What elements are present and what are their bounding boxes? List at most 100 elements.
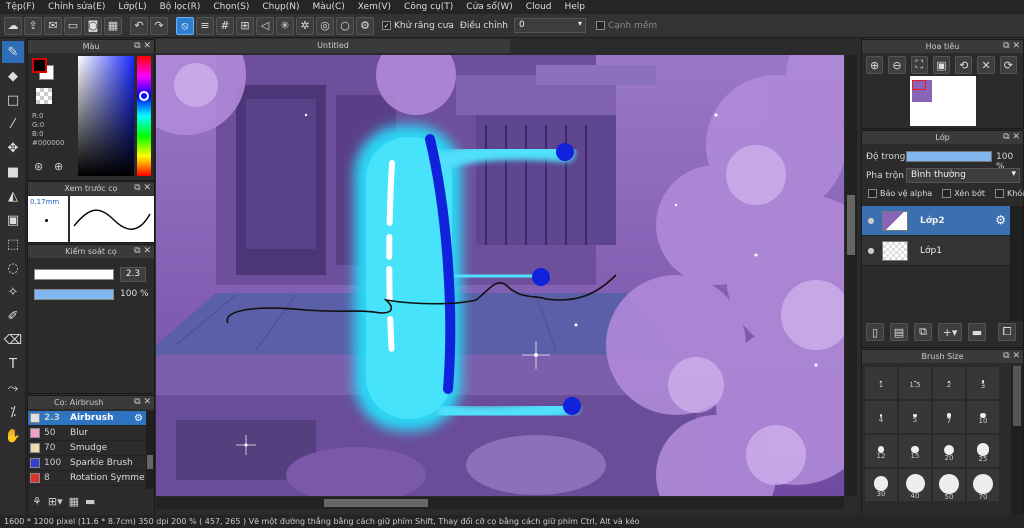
- brush-size-cell[interactable]: 1: [864, 366, 898, 400]
- layer-opacity-slider[interactable]: [906, 151, 992, 162]
- new-layer-icon[interactable]: ▯: [866, 323, 884, 341]
- opacity-slider[interactable]: [34, 289, 114, 300]
- divide-tool-icon[interactable]: ⤳: [2, 377, 24, 399]
- adjust-select[interactable]: 0 ▾: [513, 18, 586, 33]
- fit-window-icon[interactable]: ⛶: [910, 56, 928, 74]
- palette-add-icon[interactable]: ⊕: [54, 160, 63, 173]
- select-eraser-icon[interactable]: ⌫: [2, 329, 24, 351]
- brush-size-scrollbar[interactable]: [1011, 366, 1023, 526]
- brush-item[interactable]: 8 Rotation Symme: [28, 471, 146, 486]
- size-value[interactable]: 2.3: [120, 267, 146, 282]
- grid-snap-icon[interactable]: #: [216, 16, 234, 35]
- cross-snap-icon[interactable]: ⊞: [236, 16, 254, 35]
- lock-checkbox[interactable]: [994, 189, 1004, 198]
- bucket-tool-icon[interactable]: ◭: [2, 185, 24, 207]
- brush-size-cell[interactable]: 70: [966, 468, 1000, 502]
- gradient-tool-icon[interactable]: ▣: [2, 209, 24, 231]
- cloud-icon[interactable]: ☁: [4, 16, 22, 35]
- visibility-icon[interactable]: ●: [866, 246, 876, 255]
- vertical-scrollbar[interactable]: [845, 55, 857, 496]
- reset-view-icon[interactable]: ✕: [977, 56, 995, 74]
- merge-layer-icon[interactable]: ⧠: [998, 323, 1016, 341]
- brush-size-cell[interactable]: 12: [864, 434, 898, 468]
- brush-tool-icon[interactable]: ✎: [2, 41, 24, 63]
- brush-size-cell[interactable]: 5: [898, 400, 932, 434]
- brush-size-cell[interactable]: 50: [932, 468, 966, 502]
- menu-item[interactable]: Chọn(S): [213, 2, 249, 12]
- new-halftone-layer-icon[interactable]: ▤: [890, 323, 908, 341]
- hue-slider[interactable]: [137, 56, 151, 176]
- menu-item[interactable]: Chụp(N): [262, 2, 299, 12]
- soft-edge-checkbox[interactable]: [595, 21, 605, 30]
- close-icon[interactable]: ⧉ ✕: [134, 40, 151, 53]
- brush-add-icon[interactable]: ⊞▾: [48, 495, 63, 508]
- brush-size-cell[interactable]: 15: [898, 434, 932, 468]
- layer-item[interactable]: ● Lớp2 ⚙: [862, 206, 1010, 236]
- magic-wand-icon[interactable]: ✧: [2, 281, 24, 303]
- fill-rect-tool-icon[interactable]: ■: [2, 161, 24, 183]
- menu-item[interactable]: Chỉnh sửa(E): [48, 2, 105, 12]
- clipping-checkbox[interactable]: [942, 189, 952, 198]
- blend-select[interactable]: Bình thường ▾: [906, 168, 1020, 183]
- antialias-checkbox[interactable]: ✓: [382, 21, 391, 30]
- size-slider[interactable]: [34, 269, 114, 280]
- actual-size-icon[interactable]: ▣: [932, 56, 951, 74]
- protect-alpha-checkbox[interactable]: [868, 189, 877, 198]
- radial-line-icon[interactable]: ✳: [276, 16, 294, 35]
- gear-icon[interactable]: ⚙: [134, 413, 143, 424]
- move-tool-icon[interactable]: ✥: [2, 137, 24, 159]
- menu-item[interactable]: Cửa sổ(W): [466, 2, 512, 12]
- lasso-tool-icon[interactable]: ◌: [2, 257, 24, 279]
- eraser-tool-icon[interactable]: ◆: [2, 65, 24, 87]
- saturation-value-picker[interactable]: [78, 56, 134, 176]
- brush-settings-icon[interactable]: ⚘: [32, 495, 42, 508]
- vanish-snap-icon[interactable]: ◁: [256, 16, 274, 35]
- brush-size-cell[interactable]: 3: [966, 366, 1000, 400]
- gear-icon[interactable]: ⚙: [995, 213, 1006, 227]
- layer-item[interactable]: ● Lớp1: [862, 236, 1010, 266]
- chat-icon[interactable]: ✉: [44, 16, 62, 35]
- visibility-icon[interactable]: ●: [866, 216, 876, 225]
- brush-size-cell[interactable]: 4: [864, 400, 898, 434]
- close-icon[interactable]: ⧉ ✕: [134, 182, 151, 195]
- camera-icon[interactable]: ◙: [84, 16, 102, 35]
- brush-size-cell[interactable]: 20: [932, 434, 966, 468]
- layer-scrollbar[interactable]: [1010, 206, 1023, 321]
- drawing-canvas[interactable]: [156, 55, 844, 496]
- text-tool-icon[interactable]: T: [2, 353, 24, 375]
- menu-item[interactable]: Lớp(L): [118, 2, 146, 12]
- eyedropper-tool-icon[interactable]: ⁒: [2, 401, 24, 423]
- zoom-out-icon[interactable]: ⊖: [888, 56, 906, 74]
- menu-item[interactable]: Cloud: [526, 2, 552, 12]
- palette-icon[interactable]: ⊛: [34, 160, 43, 173]
- add-layer-menu-icon[interactable]: +▾: [938, 323, 962, 341]
- close-icon[interactable]: ⧉ ✕: [1003, 40, 1020, 53]
- rotate-right-icon[interactable]: ⟳: [999, 56, 1017, 74]
- close-icon[interactable]: ⧉ ✕: [134, 396, 151, 409]
- brush-size-cell[interactable]: 2: [932, 366, 966, 400]
- brush-size-cell[interactable]: 10: [966, 400, 1000, 434]
- tablet-icon[interactable]: ▭: [64, 16, 82, 35]
- brush-item[interactable]: 70 Smudge: [28, 441, 146, 456]
- rect-tool-icon[interactable]: □: [2, 89, 24, 111]
- brush-size-cell[interactable]: 30: [864, 468, 898, 502]
- menu-item[interactable]: Công cụ(T): [404, 2, 453, 12]
- horizontal-scrollbar[interactable]: [156, 497, 844, 509]
- select-tool-icon[interactable]: ⬚: [2, 233, 24, 255]
- zoom-in-icon[interactable]: ⊕: [866, 56, 884, 74]
- brush-folder-icon[interactable]: ▦: [69, 495, 79, 508]
- menu-item[interactable]: Tệp(F): [6, 2, 35, 12]
- menu-item[interactable]: Bộ lọc(R): [160, 2, 201, 12]
- brush-size-cell[interactable]: 1.5: [898, 366, 932, 400]
- folder-icon[interactable]: ▬: [85, 495, 95, 508]
- radial-snap-icon[interactable]: ✲: [296, 16, 314, 35]
- color-swatches[interactable]: [32, 58, 54, 80]
- hue-handle[interactable]: [139, 91, 149, 101]
- curve-snap-icon[interactable]: ○: [336, 16, 354, 35]
- document-tab[interactable]: Untitled: [156, 39, 510, 53]
- menu-item[interactable]: Xem(V): [358, 2, 391, 12]
- rotate-left-icon[interactable]: ⟲: [955, 56, 973, 74]
- brush-item[interactable]: 100 Sparkle Brush: [28, 456, 146, 471]
- brush-list-scrollbar[interactable]: [146, 411, 154, 489]
- brush-item[interactable]: 2.3 Airbrush ⚙: [28, 411, 146, 426]
